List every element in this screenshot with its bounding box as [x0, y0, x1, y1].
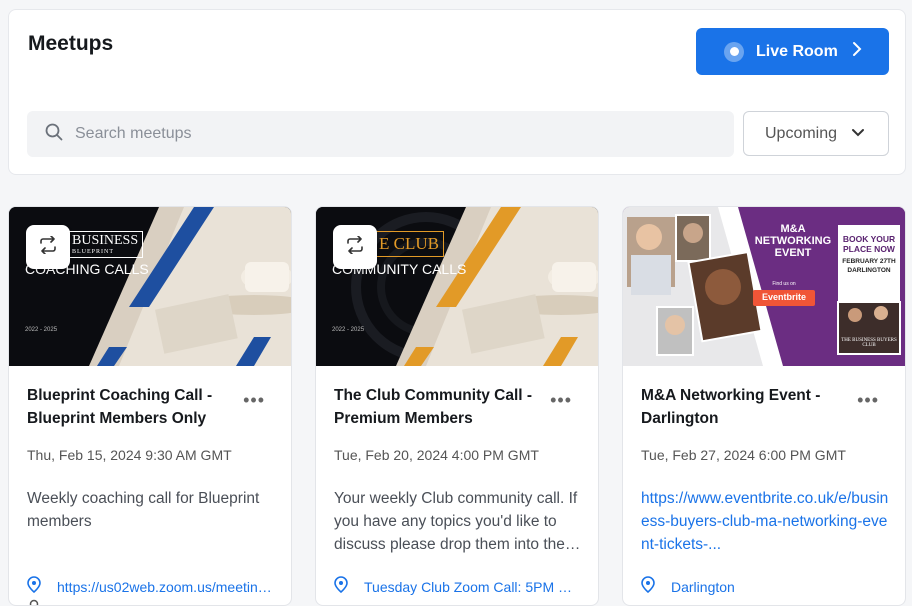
filter-label: Upcoming	[765, 125, 837, 143]
banner-brand-box: E CLUB	[374, 231, 444, 257]
banner-year: 2022 - 2025	[332, 327, 364, 333]
map-pin-icon	[27, 576, 41, 598]
search-bar	[27, 111, 734, 157]
banner-line1: BUSINESS	[72, 233, 138, 248]
meetup-location[interactable]: https://us02web.zoom.us/meeting/register	[27, 576, 282, 598]
meetup-title[interactable]: M&A Networking Event - Darlington	[641, 384, 851, 430]
live-dot-icon	[724, 42, 744, 62]
meetup-card[interactable]: BUSINESS BLUEPRINT COACHING CALLS 2022 -…	[8, 206, 292, 606]
location-link[interactable]: Darlington	[671, 579, 886, 595]
map-pin-icon	[641, 576, 655, 598]
banner-book-now: BOOK YOUR PLACE NOW	[840, 234, 898, 254]
chevron-down-icon	[851, 125, 865, 143]
banner-place: DARLINGTON	[840, 267, 898, 274]
meetup-banner-image[interactable]: BUSINESS BLUEPRINT COACHING CALLS 2022 -…	[9, 207, 291, 366]
banner-logo: THE BUSINESS BUYERS CLUB	[840, 338, 898, 348]
location-link[interactable]: https://us02web.zoom.us/meeting/register	[57, 579, 272, 595]
person-icon	[27, 599, 41, 606]
more-horizontal-icon[interactable]: •••	[857, 390, 879, 411]
meetup-date: Tue, Feb 27, 2024 6:00 PM GMT	[641, 447, 846, 463]
banner-line1b: BLUEPRINT	[72, 249, 138, 256]
repeat-icon	[38, 236, 58, 259]
more-horizontal-icon[interactable]: •••	[243, 390, 265, 411]
meetup-location[interactable]: Tuesday Club Zoom Call: 5PM hosted	[334, 576, 589, 598]
meetup-description: Your weekly Club community call. If you …	[334, 487, 586, 556]
chevron-right-icon	[852, 41, 862, 62]
banner-date: FEBRUARY 27TH	[840, 258, 898, 265]
meetup-title[interactable]: The Club Community Call - Premium Member…	[334, 384, 544, 430]
banner-eventbrite: Eventbrite	[753, 292, 815, 302]
event-link[interactable]: https://www.eventbrite.co.uk/e/business-…	[641, 487, 893, 556]
banner-brand-box: BUSINESS BLUEPRINT	[67, 231, 143, 258]
more-horizontal-icon[interactable]: •••	[550, 390, 572, 411]
meetup-date: Tue, Feb 20, 2024 4:00 PM GMT	[334, 447, 539, 463]
meetup-banner-image[interactable]: M&A NETWORKING EVENT Find us on Eventbri…	[623, 207, 905, 366]
search-icon	[45, 123, 63, 146]
meetup-description: Weekly coaching call for Blueprint membe…	[27, 487, 279, 533]
map-pin-icon	[334, 576, 348, 598]
location-link[interactable]: Tuesday Club Zoom Call: 5PM hosted	[364, 579, 579, 595]
page-title: Meetups	[28, 32, 113, 56]
meetup-banner-image[interactable]: E CLUB COMMUNITY CALLS 2022 - 2025	[316, 207, 598, 366]
live-room-button[interactable]: Live Room	[696, 28, 889, 75]
meetups-header-card: Meetups Live Room Upcoming	[8, 9, 906, 175]
banner-find-us: Find us on	[753, 281, 815, 287]
live-room-label: Live Room	[756, 43, 838, 61]
meetup-date: Thu, Feb 15, 2024 9:30 AM GMT	[27, 447, 232, 463]
meetup-card[interactable]: M&A NETWORKING EVENT Find us on Eventbri…	[622, 206, 906, 606]
upcoming-filter-select[interactable]: Upcoming	[743, 111, 889, 156]
meetup-title[interactable]: Blueprint Coaching Call - Blueprint Memb…	[27, 384, 237, 430]
meetup-location[interactable]: Darlington	[641, 576, 896, 598]
banner-year: 2022 - 2025	[25, 327, 57, 333]
banner-event-title: M&A NETWORKING EVENT	[743, 223, 843, 259]
recurring-badge	[26, 225, 70, 269]
repeat-icon	[345, 236, 365, 259]
search-input[interactable]	[75, 125, 695, 143]
recurring-badge	[333, 225, 377, 269]
meetup-card[interactable]: E CLUB COMMUNITY CALLS 2022 - 2025 The C…	[315, 206, 599, 606]
